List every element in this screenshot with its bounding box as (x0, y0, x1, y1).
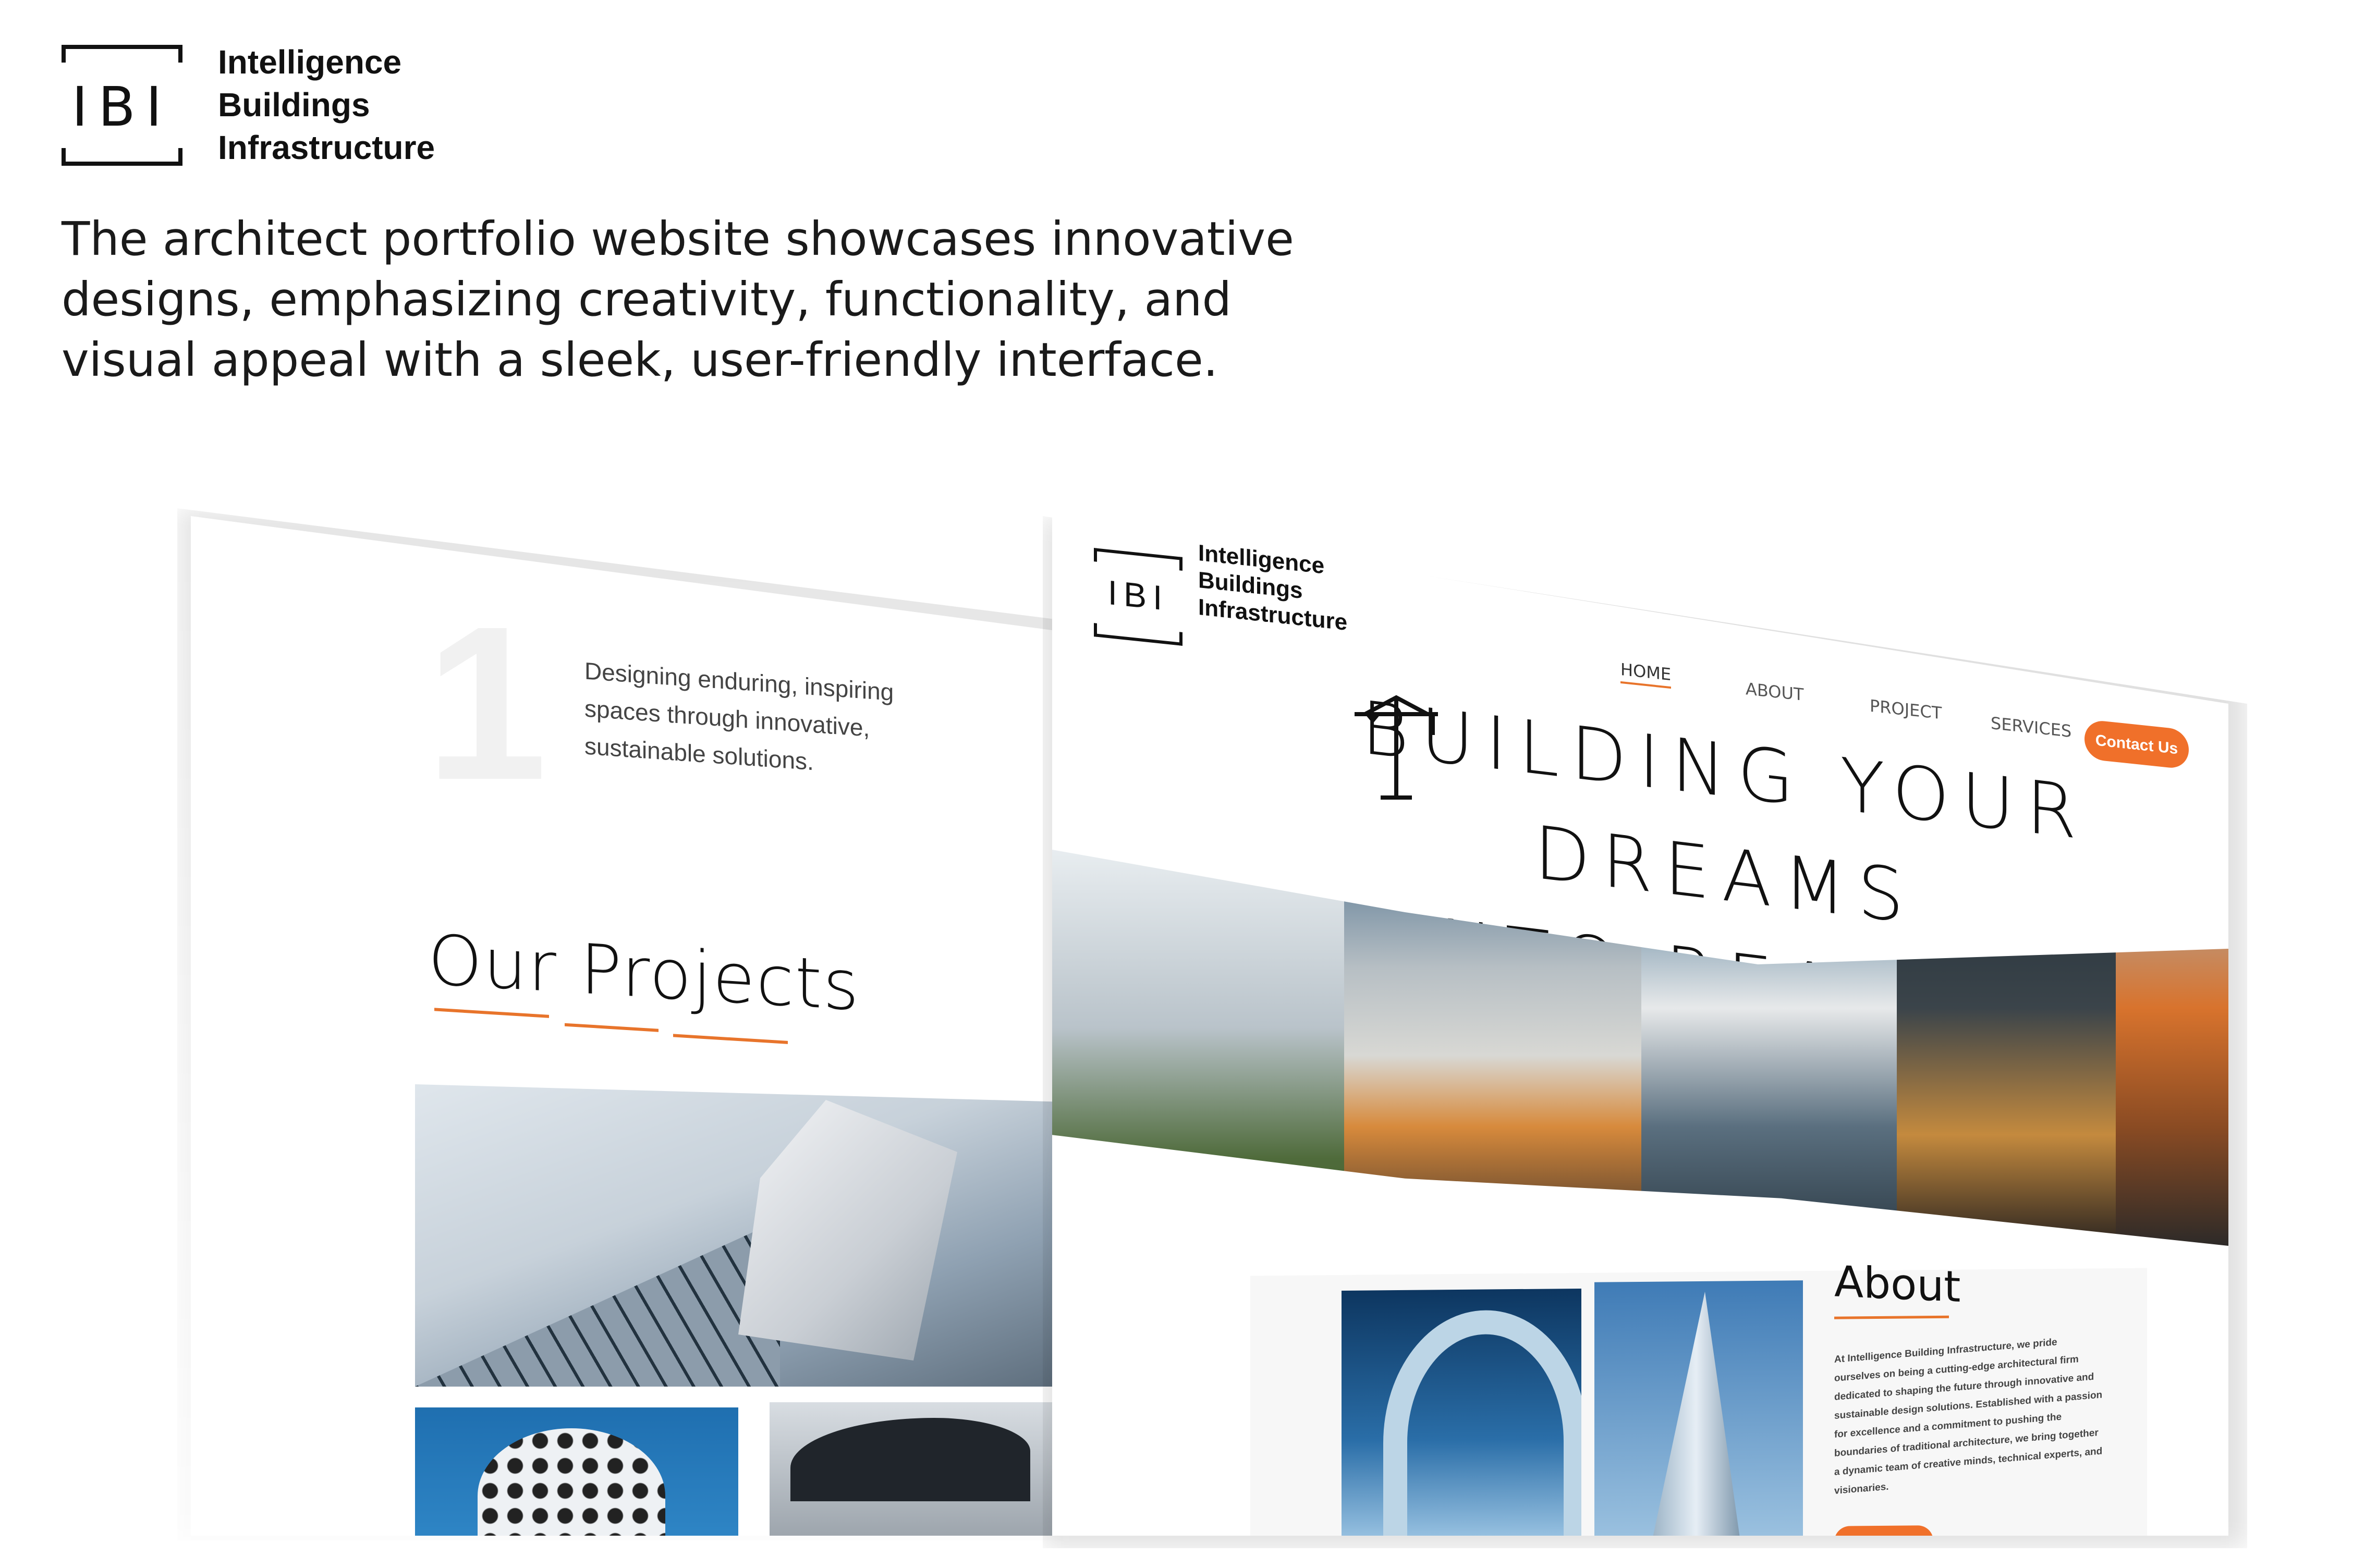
projects-heading-text: Our Projects (428, 920, 860, 1027)
about-heading: About (1834, 1257, 1961, 1312)
logo-mark: IBI (71, 75, 173, 139)
nav-home[interactable]: HOME (1620, 659, 1672, 689)
brand-header: IBI Intelligence Buildings Infrastructur… (62, 43, 479, 168)
about-image-1 (1342, 1288, 1581, 1536)
about-heading-underline (1834, 1315, 1949, 1319)
project-image-2[interactable] (415, 1407, 738, 1536)
about-text: At Intelligence Building Infrastructure,… (1834, 1337, 2103, 1497)
feature-text: Designing enduring, inspiring spaces thr… (584, 657, 894, 776)
about-image-2 (1594, 1280, 1803, 1536)
nav-services[interactable]: SERVICES (1991, 713, 2071, 741)
tagline: The architect portfolio website showcase… (62, 212, 1294, 387)
site-logo[interactable]: IBI (1094, 548, 1182, 646)
site-brand-name: Intelligence Buildings Infrastructure (1198, 540, 1347, 636)
right-page-mockup: IBI Intelligence Buildings Infrastructur… (1052, 516, 2228, 1536)
feature-number: 1 (425, 581, 547, 826)
site-logo-mark: IBI (1107, 572, 1169, 618)
projects-heading: Our Projects (428, 920, 860, 1044)
project-image-3[interactable] (770, 1402, 1056, 1536)
about-section: About At Intelligence Building Infrastru… (1250, 1257, 2147, 1536)
brand-line-1: Intelligence (218, 43, 402, 81)
left-page-mockup: 1 Designing enduring, inspiring spaces t… (191, 516, 1056, 1536)
contact-us-button[interactable]: Contact Us (2084, 719, 2189, 770)
brand-line-2: Buildings (218, 86, 370, 124)
ibi-logo: IBI (62, 45, 182, 166)
project-image-1[interactable] (415, 1084, 1056, 1387)
brand-line-3: Infrastructure (218, 129, 435, 166)
hero-image-1 (1052, 850, 1344, 1246)
nav-about[interactable]: ABOUT (1746, 679, 1803, 705)
brand-name: Intelligence Buildings Infrastructure (218, 41, 435, 169)
nav-project[interactable]: PROJECT (1870, 696, 1942, 724)
